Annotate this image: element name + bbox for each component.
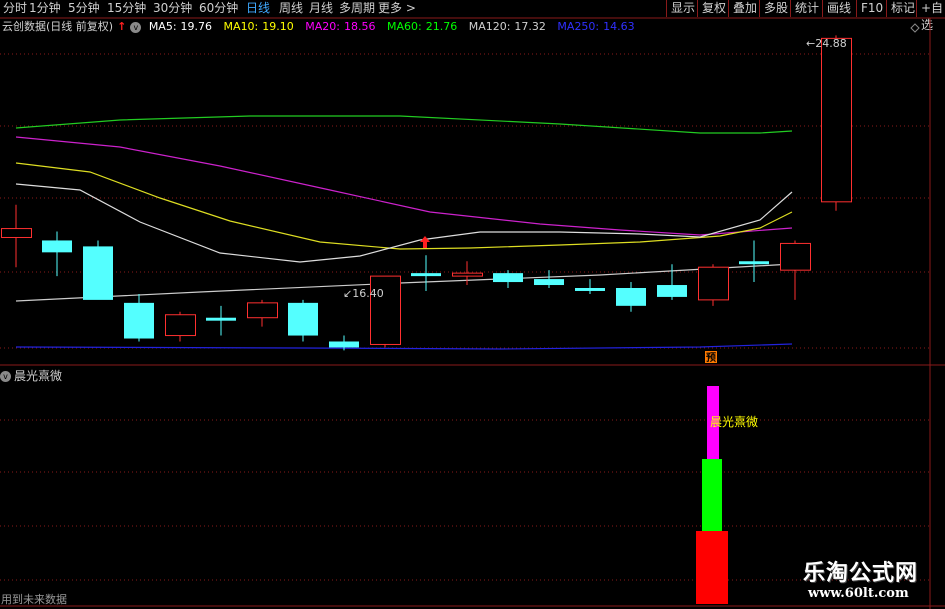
indicator-name: 晨光熹微 [14,369,63,383]
indicator-bar-segment-1 [702,459,722,531]
candle-body-0 [1,228,32,238]
indicator-dropdown-icon[interactable]: v [0,371,11,382]
ma20-line [15,136,793,236]
candle-body-18 [739,261,769,265]
candle-body-12 [493,273,523,283]
candle-body-20 [821,37,852,203]
indicator-bar-segment-2 [696,531,728,604]
candle-body-5 [206,317,236,321]
candle-body-13 [534,279,564,286]
settings-diamond-icon [910,23,920,33]
footer-note: 用到未来数据 [1,593,67,606]
candle-body-16 [657,285,687,297]
candle-body-10 [411,273,441,277]
candle-body-17 [698,266,729,301]
candle-body-2 [83,246,113,300]
low-price-label: ↙16.40 [343,287,384,300]
candle-body-1 [42,240,72,253]
candle-body-3 [124,302,154,339]
candle-body-7 [288,302,318,336]
candle-body-4 [165,314,196,337]
candle-body-11 [452,272,483,277]
candlesticks [1,35,852,351]
chart-annotations: ←24.88 ↙16.40 预 [343,37,847,364]
ma5-line [15,183,793,263]
forecast-marker: 预 [706,352,716,364]
buy-arrow-icon [420,236,430,248]
candle-body-19 [780,242,811,271]
watermark-title: 乐淘公式网 [803,560,919,586]
candle-body-6 [247,302,278,319]
indicator-bar-label: 晨光熹微 [710,414,758,429]
indicator-bars: 晨光熹微 [696,386,758,604]
chart-canvas[interactable]: ←24.88 ↙16.40 预 晨光熹微 [0,0,945,609]
indicator-title: v 晨光熹微 [0,368,62,384]
high-price-label: ←24.88 [806,37,847,50]
candle-body-15 [616,288,646,306]
watermark-url: www.60lt.com [808,586,909,601]
candle-body-8 [329,341,359,348]
ma60-line [15,115,793,134]
candle-body-14 [575,288,605,291]
